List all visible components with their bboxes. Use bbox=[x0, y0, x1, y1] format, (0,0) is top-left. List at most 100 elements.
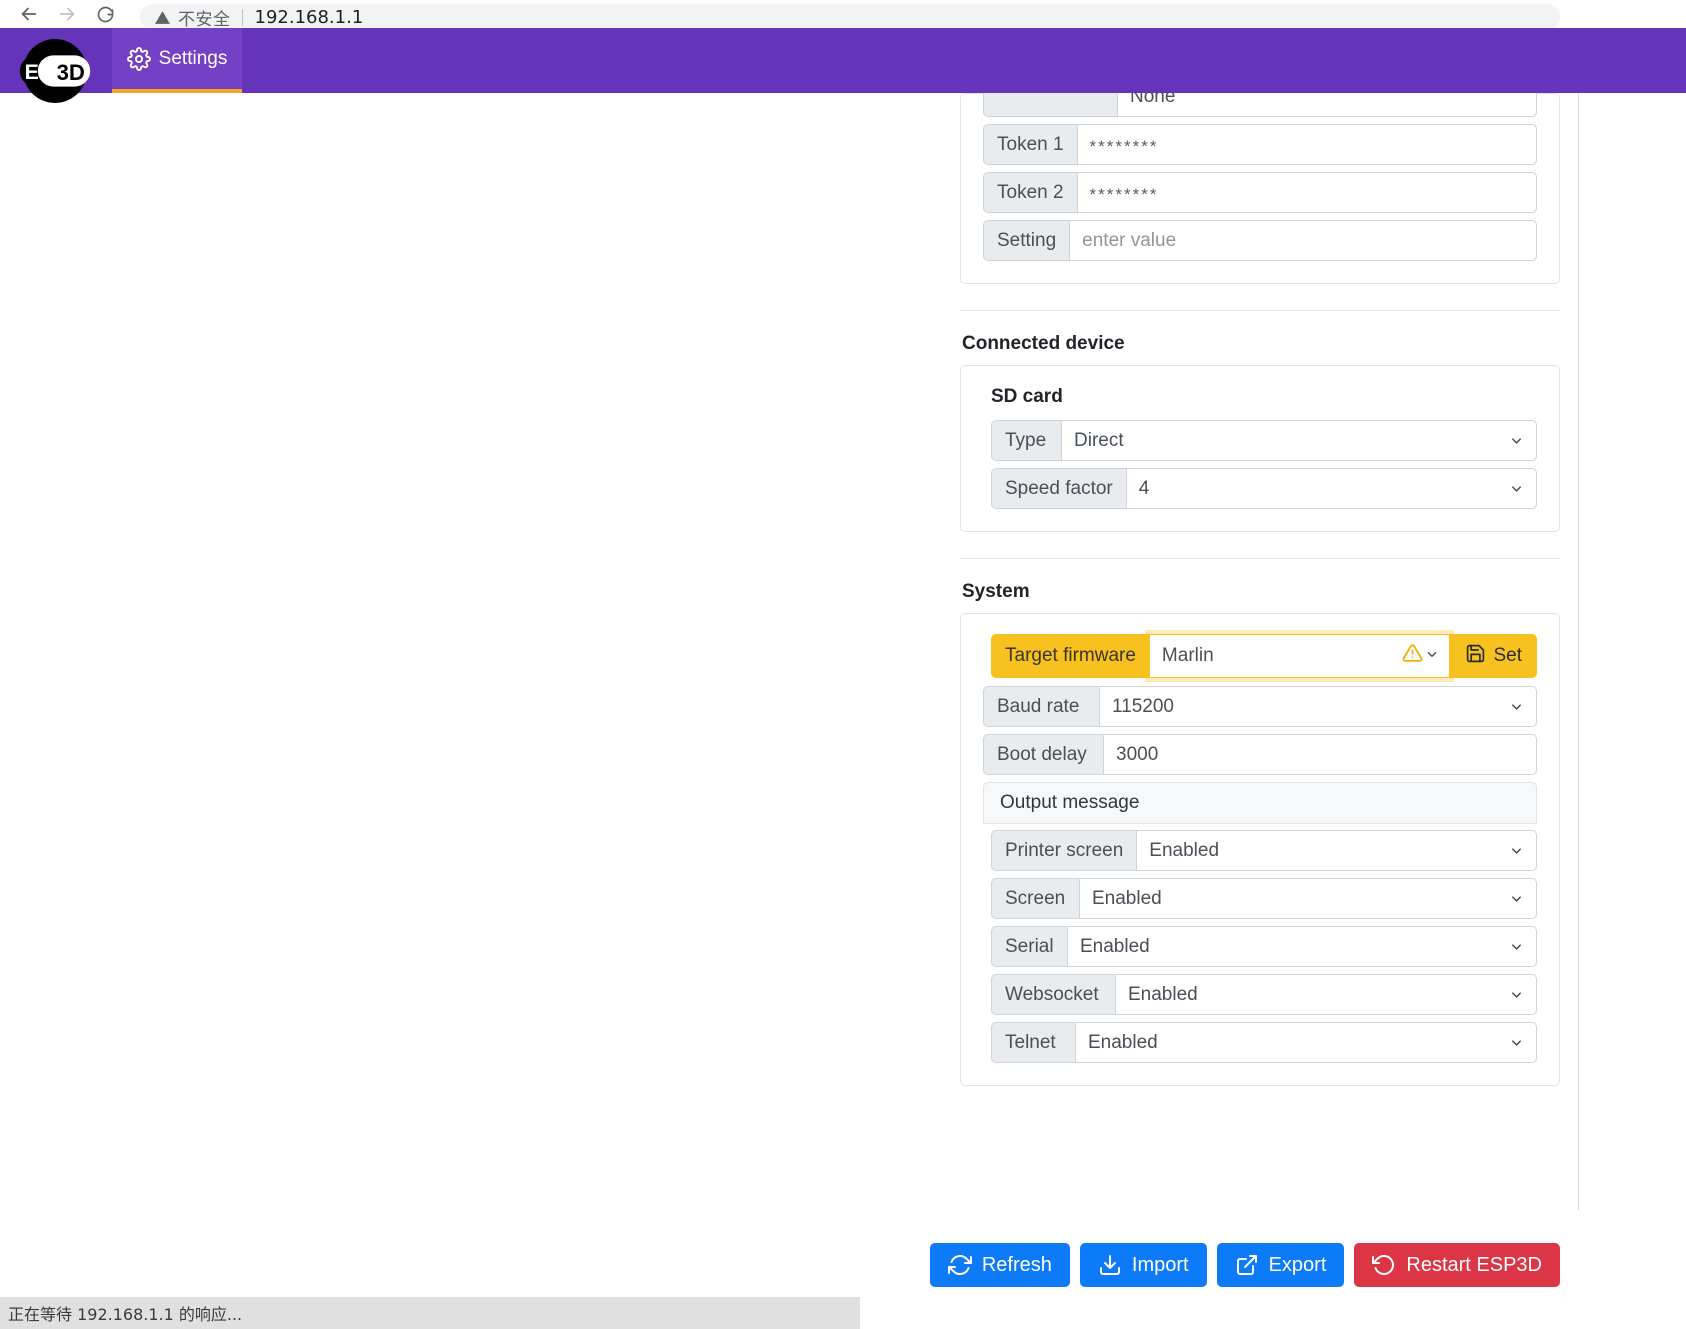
browser-toolbar: 不安全 192.168.1.1 bbox=[0, 0, 1686, 28]
app-header: ESP 3D Settings bbox=[0, 28, 1686, 103]
target-firmware-adornments bbox=[1402, 643, 1439, 670]
statusbar-text: 正在等待 192.168.1.1 的响应... bbox=[8, 1305, 243, 1324]
chevron-down-icon bbox=[1509, 939, 1524, 954]
connected-device-title: Connected device bbox=[962, 333, 1125, 354]
target-firmware-value: Marlin bbox=[1161, 645, 1214, 666]
refresh-label: Refresh bbox=[981, 1253, 1052, 1276]
settings-column: None Token 1 ******** Token 2 ******** S… bbox=[960, 93, 1560, 1086]
export-label: Export bbox=[1268, 1253, 1327, 1276]
printer-screen-value: Enabled bbox=[1149, 839, 1220, 861]
restart-esp3d-label: Restart ESP3D bbox=[1406, 1253, 1542, 1276]
divider-connected-device bbox=[960, 310, 1560, 311]
printer-screen-select[interactable]: Enabled bbox=[1136, 830, 1537, 871]
restart-esp3d-button[interactable]: Restart ESP3D bbox=[1354, 1243, 1560, 1287]
forward-button[interactable] bbox=[48, 0, 86, 28]
telnet-label: Telnet bbox=[991, 1022, 1075, 1063]
svg-text:3D: 3D bbox=[57, 60, 85, 85]
boot-delay-row[interactable]: Boot delay 3000 bbox=[983, 734, 1537, 775]
insecure-warning-icon bbox=[154, 9, 171, 26]
tab-settings[interactable]: Settings bbox=[112, 28, 242, 93]
baud-rate-select[interactable]: 115200 bbox=[1099, 686, 1537, 727]
screen-select[interactable]: Enabled bbox=[1079, 878, 1537, 919]
save-icon bbox=[1465, 643, 1486, 670]
tab-settings-label: Settings bbox=[158, 47, 228, 69]
baud-rate-label: Baud rate bbox=[983, 686, 1099, 727]
import-label: Import bbox=[1131, 1253, 1189, 1276]
chevron-down-icon bbox=[1509, 433, 1524, 448]
page-body: None Token 1 ******** Token 2 ******** S… bbox=[0, 93, 1686, 1299]
partial-row-label bbox=[983, 93, 1117, 117]
telnet-row[interactable]: Telnet Enabled bbox=[991, 1022, 1537, 1063]
token-1-row[interactable]: Token 1 ******** bbox=[983, 124, 1537, 165]
screen-row[interactable]: Screen Enabled bbox=[991, 878, 1537, 919]
token-2-label: Token 2 bbox=[983, 172, 1077, 213]
token-2-input[interactable]: ******** bbox=[1076, 172, 1537, 213]
output-message-header: Output message bbox=[983, 782, 1537, 824]
sd-type-label: Type bbox=[991, 420, 1061, 461]
refresh-icon bbox=[947, 1253, 972, 1277]
sd-type-value: Direct bbox=[1074, 429, 1124, 451]
websocket-value: Enabled bbox=[1128, 983, 1198, 1005]
serial-row[interactable]: Serial Enabled bbox=[991, 926, 1537, 967]
reload-button[interactable] bbox=[86, 0, 124, 28]
sd-type-row[interactable]: Type Direct bbox=[991, 420, 1537, 461]
token-1-input[interactable]: ******** bbox=[1076, 124, 1537, 165]
browser-statusbar: 正在等待 192.168.1.1 的响应... bbox=[0, 1297, 860, 1329]
websocket-select[interactable]: Enabled bbox=[1115, 974, 1537, 1015]
import-button[interactable]: Import bbox=[1079, 1243, 1207, 1287]
sd-speed-factor-label: Speed factor bbox=[991, 468, 1126, 509]
esp3d-logo[interactable]: ESP 3D bbox=[0, 28, 112, 103]
sd-speed-factor-row[interactable]: Speed factor 4 bbox=[991, 468, 1537, 509]
back-button[interactable] bbox=[10, 0, 48, 28]
external-link-icon bbox=[1235, 1253, 1259, 1277]
chevron-down-icon bbox=[1509, 987, 1524, 1002]
address-bar[interactable]: 不安全 192.168.1.1 bbox=[140, 4, 1560, 28]
sd-card-title: SD card bbox=[991, 386, 1063, 407]
serial-label: Serial bbox=[991, 926, 1067, 967]
partial-row-value[interactable]: None bbox=[1117, 93, 1537, 117]
target-firmware-row[interactable]: Target firmware Marlin Set bbox=[991, 634, 1537, 678]
setting-input[interactable]: enter value bbox=[1069, 220, 1537, 261]
setting-row[interactable]: Setting enter value bbox=[983, 220, 1537, 261]
telnet-value: Enabled bbox=[1088, 1031, 1158, 1053]
baud-rate-row[interactable]: Baud rate 115200 bbox=[983, 686, 1537, 727]
sd-speed-factor-value: 4 bbox=[1138, 477, 1150, 499]
url-text: 192.168.1.1 bbox=[254, 6, 364, 28]
esp3d-logo-icon: ESP 3D bbox=[19, 39, 91, 103]
insecure-label: 不安全 bbox=[178, 9, 231, 29]
chevron-down-icon bbox=[1509, 891, 1524, 906]
screen-label: Screen bbox=[991, 878, 1079, 919]
telnet-select[interactable]: Enabled bbox=[1075, 1022, 1537, 1063]
printer-screen-label: Printer screen bbox=[991, 830, 1137, 871]
download-icon bbox=[1098, 1253, 1122, 1277]
websocket-label: Websocket bbox=[991, 974, 1115, 1015]
set-target-firmware-label: Set bbox=[1493, 645, 1522, 666]
sd-type-select[interactable]: Direct bbox=[1061, 420, 1537, 461]
target-firmware-select[interactable]: Marlin bbox=[1148, 634, 1451, 678]
content-divider bbox=[1578, 93, 1579, 1210]
chevron-down-icon bbox=[1509, 1035, 1524, 1050]
export-button[interactable]: Export bbox=[1216, 1243, 1345, 1287]
chevron-down-icon bbox=[1509, 699, 1524, 714]
token-2-row[interactable]: Token 2 ******** bbox=[983, 172, 1537, 213]
set-target-firmware-button[interactable]: Set bbox=[1450, 634, 1537, 678]
setting-label: Setting bbox=[983, 220, 1070, 261]
boot-delay-input[interactable]: 3000 bbox=[1103, 734, 1537, 775]
system-title: System bbox=[962, 581, 1030, 602]
sd-speed-factor-select[interactable]: 4 bbox=[1125, 468, 1537, 509]
target-firmware-label: Target firmware bbox=[991, 634, 1149, 678]
chevron-down-icon bbox=[1509, 481, 1524, 496]
serial-select[interactable]: Enabled bbox=[1067, 926, 1537, 967]
serial-value: Enabled bbox=[1080, 935, 1150, 957]
websocket-row[interactable]: Websocket Enabled bbox=[991, 974, 1537, 1015]
action-bar: Refresh Import Export Restart ESP3D bbox=[929, 1243, 1560, 1287]
chevron-down-icon bbox=[1509, 843, 1524, 858]
authentication-panel: None Token 1 ******** Token 2 ******** S… bbox=[960, 93, 1560, 284]
partial-row-cutoff[interactable]: None bbox=[983, 93, 1537, 117]
printer-screen-row[interactable]: Printer screen Enabled bbox=[991, 830, 1537, 871]
omnibox-divider bbox=[241, 8, 243, 26]
token-1-label: Token 1 bbox=[983, 124, 1077, 165]
chevron-down-icon bbox=[1425, 645, 1439, 667]
restart-icon bbox=[1372, 1253, 1396, 1277]
refresh-button[interactable]: Refresh bbox=[929, 1243, 1070, 1287]
